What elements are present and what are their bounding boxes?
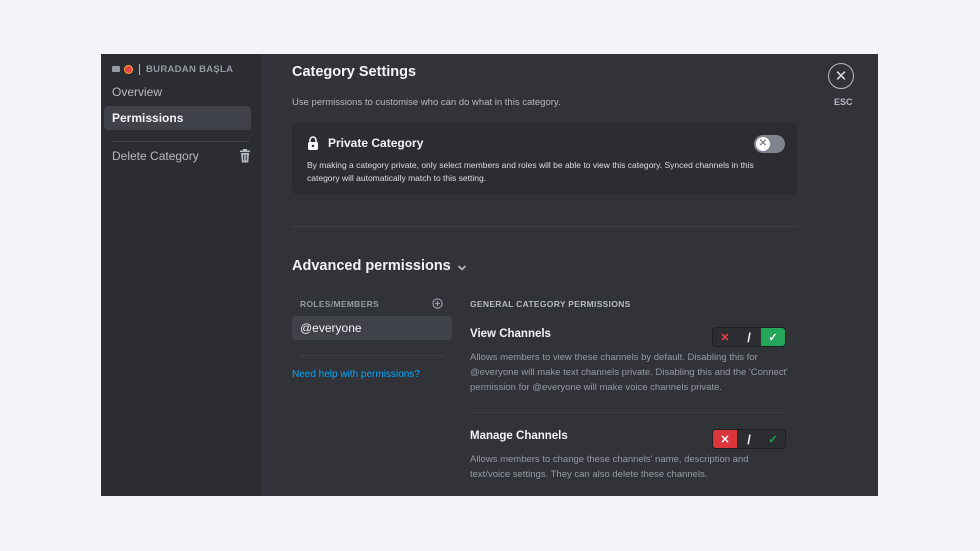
- settings-content: Category Settings Use permissions to cus…: [292, 54, 798, 496]
- roles-divider: [300, 355, 445, 356]
- allow-button[interactable]: ✓: [761, 430, 785, 448]
- permission-name: Manage Channels: [470, 430, 568, 442]
- permissions-help-link[interactable]: Need help with permissions?: [292, 369, 420, 380]
- roles-members-header: ROLES/MEMBERS: [300, 299, 379, 309]
- settings-sidebar: BURADAN BAŞLA Overview Permissions Delet…: [101, 54, 261, 496]
- add-role-icon[interactable]: [432, 298, 443, 309]
- section-divider: [292, 226, 797, 227]
- permission-toggle-group: ✕ / ✓: [712, 327, 786, 347]
- chevron-down-icon[interactable]: [456, 262, 468, 274]
- header-divider: [139, 63, 140, 75]
- permission-description: Allows members to change these channels'…: [470, 454, 749, 480]
- trash-icon: [240, 149, 250, 163]
- permission-name: View Channels: [470, 328, 551, 340]
- lock-icon: [308, 136, 318, 150]
- neutral-button[interactable]: /: [737, 328, 761, 346]
- private-category-toggle[interactable]: ✕: [754, 135, 785, 153]
- private-category-description: By making a category private, only selec…: [307, 160, 754, 183]
- page-subtitle: Use permissions to customise who can do …: [292, 97, 561, 108]
- role-label: @everyone: [300, 321, 362, 335]
- permissions-header: GENERAL CATEGORY PERMISSIONS: [470, 299, 631, 309]
- advanced-permissions-title[interactable]: Advanced permissions: [292, 258, 451, 274]
- deny-button[interactable]: ✕: [713, 430, 737, 448]
- role-item-everyone[interactable]: @everyone: [292, 316, 452, 340]
- permission-divider: [470, 412, 786, 413]
- private-category-card: Private Category By making a category pr…: [292, 122, 797, 195]
- allow-button[interactable]: ✓: [761, 328, 785, 346]
- sidebar-item-delete-category[interactable]: Delete Category: [104, 144, 251, 168]
- permission-description: Allows members to view these channels by…: [470, 352, 788, 393]
- neutral-button[interactable]: /: [737, 430, 761, 448]
- settings-window: BURADAN BAŞLA Overview Permissions Delet…: [101, 54, 878, 496]
- close-icon: ✕: [834, 68, 848, 85]
- page-title: Category Settings: [292, 64, 417, 80]
- close-button[interactable]: ✕: [828, 63, 854, 89]
- deny-button[interactable]: ✕: [713, 328, 737, 346]
- sidebar-item-label: Overview: [112, 85, 163, 99]
- sidebar-item-label: Delete Category: [112, 149, 199, 163]
- private-category-title: Private Category: [328, 136, 424, 150]
- sidebar-divider: [112, 141, 250, 142]
- sidebar-item-label: Permissions: [112, 111, 184, 125]
- esc-label: ESC: [834, 97, 853, 107]
- server-emoji-icon: [124, 64, 133, 74]
- sidebar-header: BURADAN BAŞLA: [112, 62, 233, 76]
- sidebar-item-overview[interactable]: Overview: [104, 80, 251, 104]
- toggle-off-icon: ✕: [756, 137, 770, 151]
- permission-toggle-group: ✕ / ✓: [712, 429, 786, 449]
- sidebar-item-permissions[interactable]: Permissions: [104, 106, 251, 130]
- server-name: BURADAN BAŞLA: [146, 63, 234, 75]
- folder-icon: [112, 66, 120, 72]
